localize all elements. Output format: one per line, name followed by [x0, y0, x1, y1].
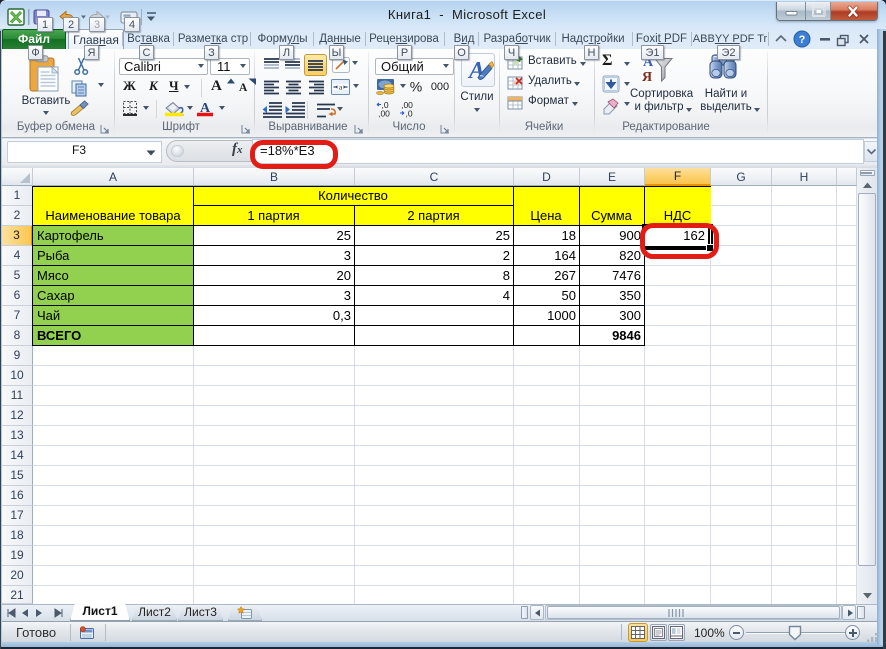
- svg-text:,0: ,0: [405, 109, 412, 119]
- svg-text:?: ?: [799, 34, 806, 46]
- svg-text:000: 000: [431, 81, 449, 93]
- svg-text:А: А: [467, 58, 485, 84]
- svg-text:Я: Я: [642, 70, 652, 85]
- svg-text:%: %: [410, 79, 422, 95]
- svg-text:,00: ,00: [378, 109, 390, 119]
